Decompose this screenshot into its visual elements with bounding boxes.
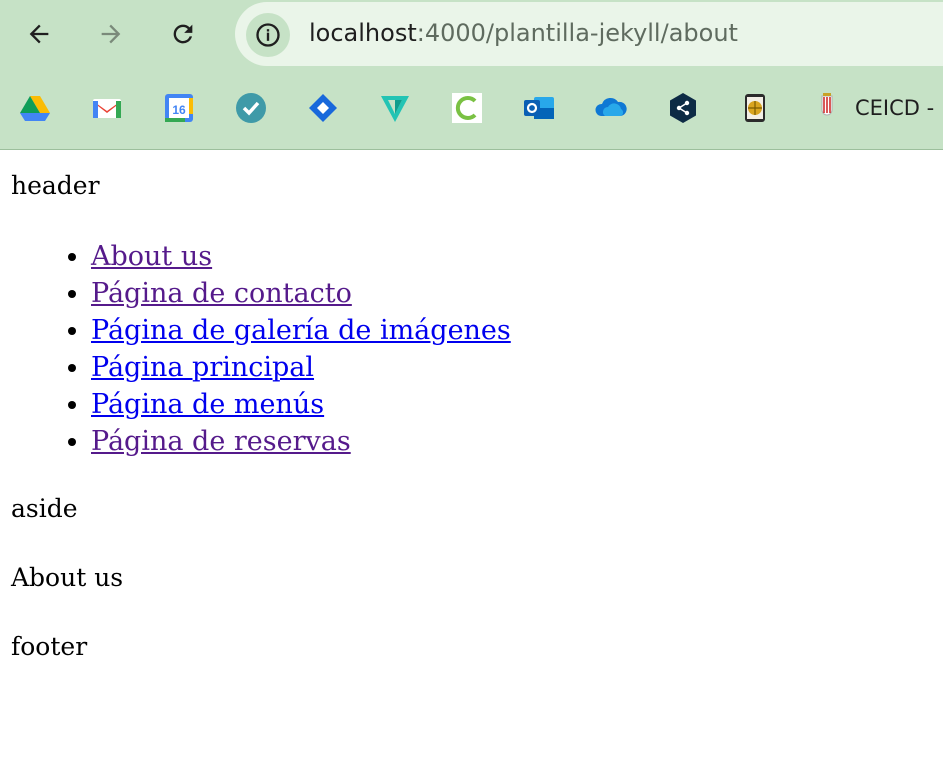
svg-text:16: 16 xyxy=(172,103,186,117)
checkmark-app-icon xyxy=(236,93,266,123)
nav-item: Página principal xyxy=(91,349,511,386)
nav-item: Página de contacto xyxy=(91,275,511,312)
main-content-text: About us xyxy=(11,563,124,592)
bookmark-c-app[interactable] xyxy=(451,92,483,124)
nav-item: About us xyxy=(91,238,511,275)
bookmark-share-app[interactable] xyxy=(667,92,699,124)
nav-link-reservas[interactable]: Página de reservas xyxy=(91,426,351,457)
bookmark-google-drive[interactable] xyxy=(19,92,51,124)
nav-list: About us Página de contacto Página de ga… xyxy=(0,238,511,460)
nav-link-about-us[interactable]: About us xyxy=(91,241,212,272)
site-info-button[interactable] xyxy=(246,13,290,57)
v-app-icon xyxy=(381,96,409,122)
nav-link-menus[interactable]: Página de menús xyxy=(91,389,324,420)
reload-button[interactable] xyxy=(163,14,203,54)
footer-text: footer xyxy=(11,632,88,661)
gmail-icon xyxy=(93,99,121,118)
crest-icon xyxy=(821,93,833,116)
bookmark-gmail[interactable] xyxy=(91,92,123,124)
info-icon xyxy=(256,23,280,47)
address-bar[interactable]: localhost:4000/plantilla-jekyll/about xyxy=(235,2,943,66)
bookmark-crest[interactable] xyxy=(811,92,843,124)
bookmarks-bar: 16 CEICD - xyxy=(0,84,943,132)
share-hexagon-icon xyxy=(670,93,696,123)
url-path: :4000/plantilla-jekyll/about xyxy=(416,19,738,47)
bookmark-v-app[interactable] xyxy=(379,92,411,124)
globe-tablet-icon xyxy=(745,94,765,122)
aside-text: aside xyxy=(11,494,78,523)
bookmark-checkmark-app[interactable] xyxy=(235,92,267,124)
bookmark-outlook[interactable] xyxy=(523,92,555,124)
url-text[interactable]: localhost:4000/plantilla-jekyll/about xyxy=(309,19,738,47)
bookmark-jira[interactable] xyxy=(307,92,339,124)
google-calendar-icon: 16 xyxy=(165,94,193,122)
nav-item: Página de menús xyxy=(91,386,511,423)
back-button[interactable] xyxy=(19,14,59,54)
outlook-icon xyxy=(524,97,554,119)
browser-chrome: localhost:4000/plantilla-jekyll/about 16 xyxy=(0,0,943,150)
reload-icon xyxy=(173,24,193,44)
forward-button[interactable] xyxy=(91,14,131,54)
nav-item: Página de reservas xyxy=(91,423,511,460)
jira-icon xyxy=(309,94,337,122)
onedrive-icon xyxy=(595,97,627,116)
url-host: localhost xyxy=(309,19,417,47)
bookmark-onedrive[interactable] xyxy=(595,92,627,124)
arrow-left-icon xyxy=(29,24,49,44)
nav-item: Página de galería de imágenes xyxy=(91,312,511,349)
header-text: header xyxy=(11,171,100,200)
bookmark-globe-app[interactable] xyxy=(739,92,771,124)
nav-link-contacto[interactable]: Página de contacto xyxy=(91,278,352,309)
google-drive-icon xyxy=(20,96,50,121)
bookmark-google-calendar[interactable]: 16 xyxy=(163,92,195,124)
nav-link-principal[interactable]: Página principal xyxy=(91,352,314,383)
arrow-right-icon xyxy=(101,24,121,44)
c-app-icon xyxy=(452,93,482,123)
nav-link-galeria[interactable]: Página de galería de imágenes xyxy=(91,315,511,346)
bookmark-label[interactable]: CEICD - xyxy=(855,96,934,120)
